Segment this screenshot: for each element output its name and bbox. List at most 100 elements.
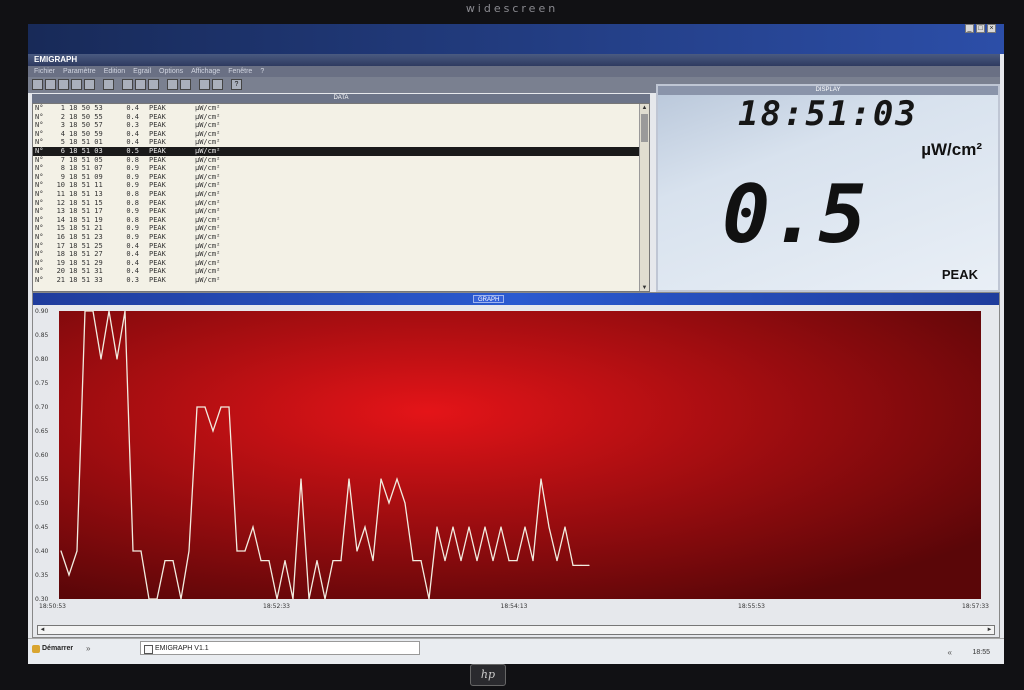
data-row[interactable]: N° 19 18 51 29 0.4 PEAK µW/cm² xyxy=(33,259,639,268)
data-point xyxy=(572,564,574,566)
data-panel: N° 1 18 50 53 0.4 PEAK µW/cm² N° 2 18 50 55 0.4 PE… xyxy=(32,103,650,292)
data-row[interactable]: N° 12 18 51 15 0.8 PEAK µW/cm² xyxy=(33,199,639,208)
menu-item[interactable]: Egrail xyxy=(133,66,151,77)
data-cell-mode: PEAK xyxy=(149,215,166,224)
menu-item[interactable]: Fenêtre xyxy=(228,66,252,77)
scroll-left-icon[interactable]: ◄ xyxy=(38,626,47,635)
data-cell-time: 18 51 27 xyxy=(69,250,103,259)
data-cell-n: N° xyxy=(35,104,44,112)
data-row[interactable]: N° 13 18 51 17 0.9 PEAK µW/cm² xyxy=(33,207,639,216)
tray-expand-icon[interactable]: « xyxy=(948,648,952,657)
data-row[interactable]: N° 11 18 51 13 0.8 PEAK µW/cm² xyxy=(33,190,639,199)
data-row[interactable]: N° 5 18 51 01 0.4 PEAK µW/cm² xyxy=(33,138,639,147)
toolbar-button[interactable] xyxy=(84,79,95,90)
data-cell-value: 0.4 xyxy=(126,112,139,121)
data-row[interactable]: N° 18 18 51 27 0.4 PEAK µW/cm² xyxy=(33,250,639,259)
data-point xyxy=(524,526,526,528)
scroll-thumb[interactable] xyxy=(641,114,648,142)
scroll-up-icon[interactable]: ▲ xyxy=(640,104,649,113)
data-cell-unit: µW/cm² xyxy=(195,121,221,130)
data-row[interactable]: N° 21 18 51 33 0.3 PEAK µW/cm² xyxy=(33,276,639,285)
data-row[interactable]: N° 16 18 51 23 0.9 PEAK µW/cm² xyxy=(33,233,639,242)
menu-item[interactable]: Fichier xyxy=(34,66,55,77)
toolbar-button[interactable] xyxy=(71,79,82,90)
toolbar-button[interactable] xyxy=(32,79,43,90)
maximize-button[interactable]: □ xyxy=(976,24,985,33)
data-point xyxy=(500,526,502,528)
data-row[interactable]: N° 20 18 51 31 0.4 PEAK µW/cm² xyxy=(33,267,639,276)
toolbar-button[interactable] xyxy=(135,79,146,90)
data-point xyxy=(116,358,118,360)
data-point xyxy=(332,560,334,562)
data-cell-i: 12 xyxy=(56,198,65,207)
data-cell-unit: µW/cm² xyxy=(195,104,221,112)
data-row[interactable]: N° 2 18 50 55 0.4 PEAK µW/cm² xyxy=(33,113,639,122)
toolbar-button[interactable] xyxy=(180,79,191,90)
menu-item[interactable]: Affichage xyxy=(191,66,220,77)
data-row[interactable]: N° 9 18 51 09 0.9 PEAK µW/cm² xyxy=(33,173,639,182)
data-point xyxy=(492,560,494,562)
toolbar-button[interactable] xyxy=(122,79,133,90)
taskbar: Démarrer » EMIGRAPH V1.1 « 18:55 xyxy=(28,638,1004,664)
menu-item[interactable]: ? xyxy=(260,66,264,77)
menu-item[interactable]: Edition xyxy=(104,66,125,77)
help-button[interactable]: ? xyxy=(231,79,242,90)
data-row[interactable]: N° 15 18 51 21 0.9 PEAK µW/cm² xyxy=(33,224,639,233)
scroll-down-icon[interactable]: ▼ xyxy=(640,284,649,291)
data-row[interactable]: N° 3 18 50 57 0.3 PEAK µW/cm² xyxy=(33,121,639,130)
data-point xyxy=(364,526,366,528)
toolbar-button[interactable] xyxy=(103,79,114,90)
data-row[interactable]: N° 8 18 51 07 0.9 PEAK µW/cm² xyxy=(33,164,639,173)
data-point xyxy=(236,550,238,552)
toolbar-button[interactable] xyxy=(45,79,56,90)
toolbar-button[interactable] xyxy=(148,79,159,90)
data-row[interactable]: N° 7 18 51 05 0.8 PEAK µW/cm² xyxy=(33,156,639,165)
data-row[interactable]: N° 6 18 51 03 0.5 PEAK µW/cm² xyxy=(33,146,639,156)
data-row[interactable]: N° 10 18 51 11 0.9 PEAK µW/cm² xyxy=(33,181,639,190)
data-cell-mode: PEAK xyxy=(149,241,166,250)
data-scrollbar[interactable]: ▲ ▼ xyxy=(639,104,649,291)
data-point xyxy=(484,526,486,528)
data-row[interactable]: N° 17 18 51 25 0.4 PEAK µW/cm² xyxy=(33,242,639,251)
data-cell-unit: µW/cm² xyxy=(195,275,221,284)
data-cell-i: 6 xyxy=(60,146,65,155)
data-cell-unit: µW/cm² xyxy=(195,129,221,138)
data-cell-i: 2 xyxy=(60,112,65,121)
graph-scrollbar[interactable]: ◄ ► xyxy=(37,625,995,635)
menu-item[interactable]: Paramètre xyxy=(63,66,96,77)
data-cell-value: 0.3 xyxy=(126,275,139,284)
y-tick-label: 0.75 xyxy=(35,380,49,387)
taskbar-clock: 18:55 xyxy=(972,649,990,656)
toolbar-button[interactable] xyxy=(212,79,223,90)
data-point xyxy=(380,478,382,480)
quicklaunch-chevron[interactable]: » xyxy=(86,643,90,655)
data-cell-unit: µW/cm² xyxy=(195,138,221,147)
data-point xyxy=(228,406,230,408)
toolbar-button[interactable] xyxy=(58,79,69,90)
data-cell-n: N° xyxy=(35,250,44,259)
hp-logo-icon: hp xyxy=(470,664,506,686)
start-button[interactable]: Démarrer xyxy=(32,643,73,655)
data-cell-mode: PEAK xyxy=(149,207,166,216)
monitor-bezel: widescreen _ □ × EMIGRAPH Fichier Paramèt… xyxy=(0,0,1024,690)
x-tick-label: 18:50:53 xyxy=(39,603,66,610)
data-cell-n: N° xyxy=(35,181,44,190)
data-cell-time: 18 51 09 xyxy=(69,172,103,181)
toolbar-button[interactable] xyxy=(167,79,178,90)
taskbar-item-emigraph[interactable]: EMIGRAPH V1.1 xyxy=(140,641,420,655)
toolbar-button[interactable] xyxy=(199,79,210,90)
menu-item[interactable]: Options xyxy=(159,66,183,77)
data-row[interactable]: N° 14 18 51 19 0.8 PEAK µW/cm² xyxy=(33,216,639,225)
scroll-right-icon[interactable]: ► xyxy=(985,626,994,635)
data-cell-unit: µW/cm² xyxy=(195,198,221,207)
data-row[interactable]: N° 4 18 50 59 0.4 PEAK µW/cm² xyxy=(33,130,639,139)
display-value: 0.5 xyxy=(722,168,867,261)
minimize-button[interactable]: _ xyxy=(965,24,974,33)
data-cell-unit: µW/cm² xyxy=(195,250,221,259)
data-point xyxy=(220,406,222,408)
data-cell-unit: µW/cm² xyxy=(195,172,221,181)
close-button[interactable]: × xyxy=(987,24,996,33)
data-row[interactable]: N° 1 18 50 53 0.4 PEAK µW/cm² xyxy=(33,104,639,113)
monitor-brand-text: widescreen xyxy=(465,2,559,15)
data-cell-value: 0.4 xyxy=(126,250,139,259)
